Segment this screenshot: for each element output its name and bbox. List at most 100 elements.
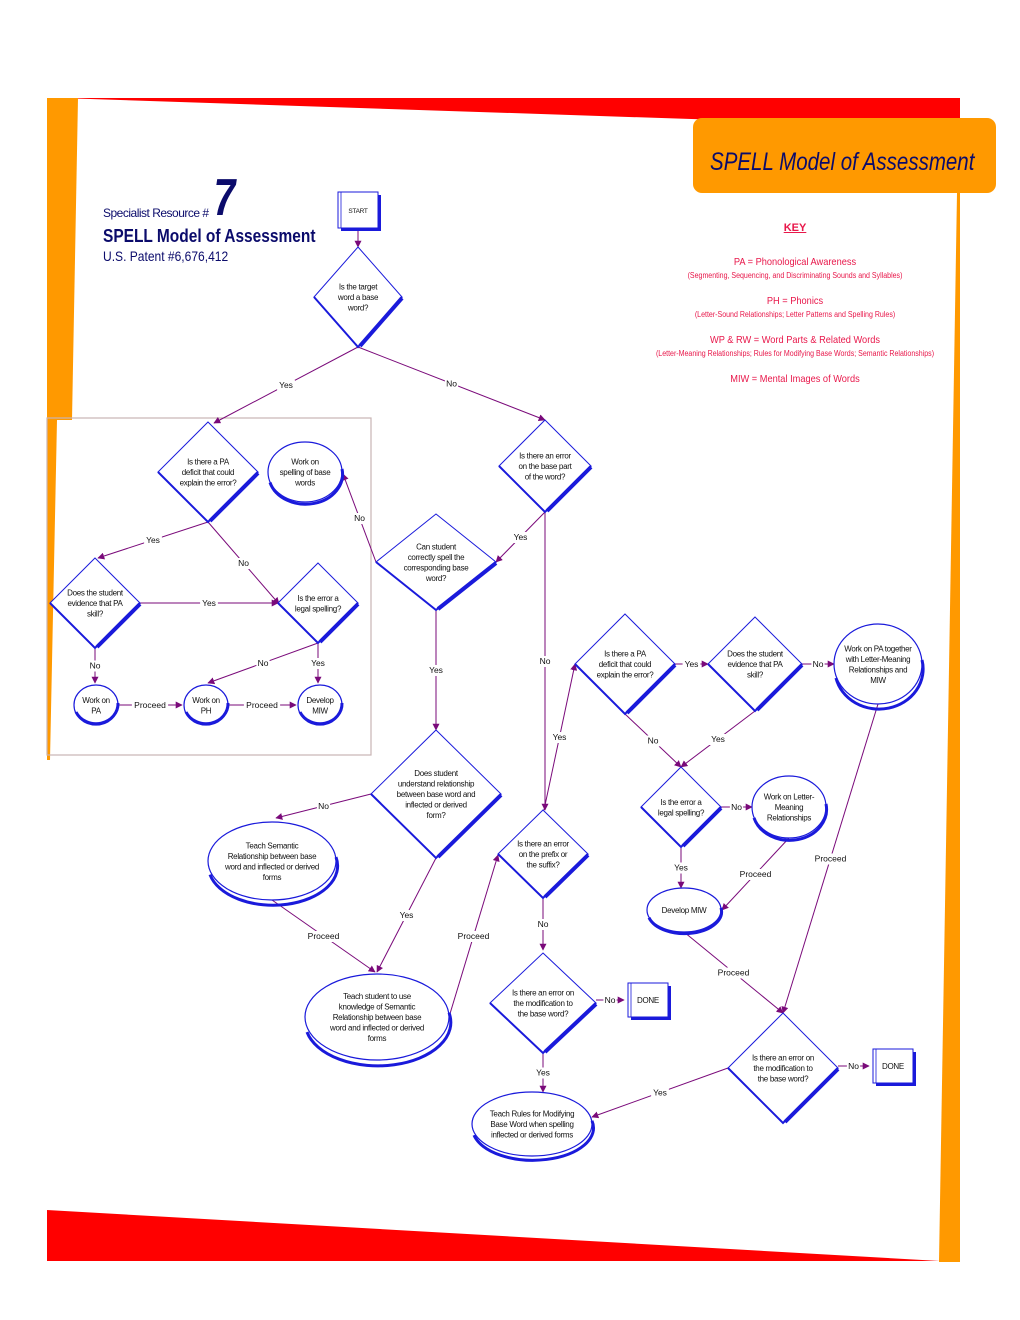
node-text-line: MIW xyxy=(870,676,886,685)
node-text-line: Meaning xyxy=(775,803,804,812)
node-text-line: PA xyxy=(91,706,101,715)
node-text-line: word? xyxy=(425,574,447,583)
edge-q_mod2-to-t_rules: Yes xyxy=(591,1067,729,1119)
terminal-t-usesem: Teach student to use knowledge of Semanti… xyxy=(304,973,453,1068)
edge-label: No xyxy=(731,802,742,812)
terminal-t-miw2: Develop MIW xyxy=(646,887,724,936)
node-text-line: Teach Semantic xyxy=(246,841,299,850)
edge-label: No xyxy=(848,1061,859,1071)
terminal-t-ph: Work onPH xyxy=(183,684,230,726)
edge-t_ph-to-t_miw1: Proceed xyxy=(228,700,297,711)
edge-label: No xyxy=(446,379,457,389)
decision-q-evid1: Does the studentevidence that PA skill? xyxy=(49,557,142,650)
edge-q_pa2-to-q_legal2: No xyxy=(624,713,682,768)
decision-q-base: Is the targetword a base word? xyxy=(313,246,404,349)
node-text-line: skill? xyxy=(747,671,764,680)
edge-label: Proceed xyxy=(740,869,772,879)
node-text-line: Is there a PA xyxy=(604,650,647,659)
edge-q_basepart-to-q_canspell: Yes xyxy=(495,511,546,563)
edge-t_usesem-to-q_prefix: Proceed xyxy=(448,854,500,1018)
node-text-line: corresponding base xyxy=(404,563,470,572)
node-text-line: deficit that could xyxy=(182,468,234,477)
edge-label: No xyxy=(238,558,249,568)
edge-label: Yes xyxy=(146,535,160,545)
edge-label: Yes xyxy=(653,1088,667,1098)
edge-q_evid2-to-t_pa_lm: No xyxy=(802,659,835,670)
decision-q-prefix: Is there an erroron the prefix or the suf… xyxy=(497,809,590,900)
node-text-line: Base Word when spelling xyxy=(490,1120,573,1129)
edge-label: Yes xyxy=(429,665,443,675)
decision-q-legal2: Is the error alegal spelling? xyxy=(640,766,723,849)
node-text-line: Work on xyxy=(192,696,220,705)
process-done1: DONE xyxy=(627,982,671,1020)
node-text-line: skill? xyxy=(87,610,104,619)
decision-q-pa1: Is there a PAdeficit that could explain t… xyxy=(157,421,260,524)
node-text-line: the modification to xyxy=(513,999,573,1008)
node-text-line: Is there an error xyxy=(519,452,571,461)
node-text-line: Develop MIW xyxy=(662,906,707,915)
node-text-line: Work on Letter- xyxy=(764,793,815,802)
edge-q_evid1-to-t_pa: No xyxy=(88,648,102,684)
terminal-t-miw1: DevelopMIW xyxy=(297,684,344,726)
edge-t_pa-to-t_ph: Proceed xyxy=(118,700,183,711)
edge-q_legal1-to-t_ph: No xyxy=(207,642,319,685)
edge-label: Yes xyxy=(711,734,725,744)
node-text-line: Is there an error xyxy=(517,840,569,849)
node-text-line: Is the error a xyxy=(660,798,702,807)
node-text-line: spelling of base xyxy=(280,468,332,477)
edge-label: No xyxy=(90,661,101,671)
node-text-line: on the prefix or xyxy=(519,850,568,859)
node-text-line: explain the error? xyxy=(180,479,238,488)
edge-label: Proceed xyxy=(815,854,847,864)
edge-label: No xyxy=(540,656,551,666)
edge-q_pa1-to-q_legal1: No xyxy=(207,521,280,605)
node-text-line: Is there an error on xyxy=(752,1054,814,1063)
edge-label: Proceed xyxy=(134,700,166,710)
node-text-line: DONE xyxy=(637,996,659,1005)
decision-q-understand: Does student understand relationshipbetwe… xyxy=(370,729,503,860)
edge-q_pa1-to-q_evid1: Yes xyxy=(97,521,209,560)
edge-q_evid2-to-q_legal2: Yes xyxy=(680,710,756,768)
node-text-line: forms xyxy=(263,873,282,882)
edge-q_mod2-to-done2: No xyxy=(838,1061,870,1072)
edge-q_legal1-to-t_miw1: Yes xyxy=(309,643,327,684)
edge-t_pa_lm-to-q_mod2: Proceed xyxy=(781,703,879,1014)
process-done2: DONE xyxy=(872,1048,916,1086)
edge-q_understand-to-t_usesem: Yes xyxy=(376,857,437,973)
node-text-line: Teach Rules for Modifying xyxy=(490,1110,575,1119)
node-text-line: deficit that could xyxy=(599,660,651,669)
edge-q_base-to-q_pa1: Yes xyxy=(213,346,359,424)
node-text-line: Work on xyxy=(291,458,319,467)
terminal-t-lm: Work on Letter-Meaning Relationships xyxy=(751,775,829,842)
node-text-line: word a base xyxy=(337,293,379,302)
node-text-line: word? xyxy=(347,304,369,313)
edge-q_pa2-to-q_evid2: Yes xyxy=(675,659,709,670)
node-text-line: Is the error a xyxy=(297,594,339,603)
node-text-line: DONE xyxy=(882,1062,904,1071)
node-text-line: the base word? xyxy=(758,1075,809,1084)
edge-label: No xyxy=(605,995,616,1005)
node-text-line: Is the target xyxy=(339,283,378,292)
edge-label: Yes xyxy=(674,863,688,873)
node-text-line: Does the student xyxy=(727,650,784,659)
node-text-line: Relationships and xyxy=(849,665,908,674)
edge-t_sem-to-t_usesem: Proceed xyxy=(271,899,376,973)
decision-diamond xyxy=(375,513,497,611)
edge-label: No xyxy=(538,919,549,929)
edge-label: Yes xyxy=(553,732,567,742)
node-text-line: correctly spell the xyxy=(408,553,465,562)
edge-label: Yes xyxy=(311,658,325,668)
node-text-line: evidence that PA xyxy=(727,660,783,669)
edge-label: Yes xyxy=(514,532,528,542)
edge-label: No xyxy=(318,801,329,811)
edge-label: Yes xyxy=(202,598,216,608)
edge-label: No xyxy=(648,736,659,746)
flowchart: Yes No Yes No Yes No No Yes Proceed Proceed Yes No N… xyxy=(46,191,925,1162)
edge-q_understand-to-t_sem: No xyxy=(275,793,372,820)
node-text-line: Is there an error on xyxy=(512,989,574,998)
decision-diamond xyxy=(277,562,359,644)
node-text-line: the base word? xyxy=(518,1010,569,1019)
node-text-line: explain the error? xyxy=(597,671,655,680)
edge-label: Yes xyxy=(400,910,414,920)
edge-label: Yes xyxy=(685,659,699,669)
